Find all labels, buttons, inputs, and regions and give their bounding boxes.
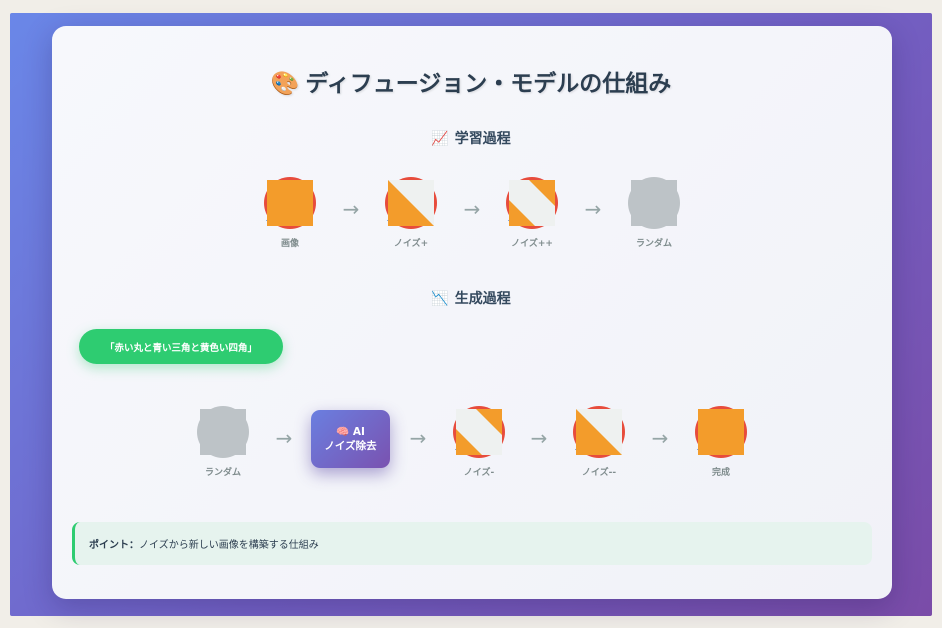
- page-title-text: ディフュージョン・モデルの仕組み: [305, 71, 672, 97]
- point-label: ポイント：: [89, 540, 139, 551]
- arrow-icon: →: [342, 197, 360, 221]
- training-section-title: 📈 学習過程: [0, 128, 942, 148]
- half-noised-image: [384, 176, 438, 230]
- arrow-icon: →: [651, 426, 669, 450]
- generation-node-complete: 完成: [686, 405, 756, 478]
- training-node-noise-plus: ノイズ+: [376, 176, 446, 249]
- point-text: ノイズから新しい画像を構築する仕組み: [139, 540, 319, 551]
- generation-node-noise-minus: ノイズ-: [444, 405, 514, 478]
- arrow-icon: →: [409, 426, 427, 450]
- training-node-image: 画像: [255, 176, 325, 249]
- arrow-icon: →: [275, 426, 293, 450]
- diagram-card: [52, 26, 892, 599]
- prompt-text: 「赤い丸と青い三角と黄色い四角」: [104, 342, 257, 354]
- brain-icon: 🧠: [336, 426, 350, 438]
- generation-node-noise-minus-minus: ノイズ--: [564, 405, 634, 478]
- arrow-icon: →: [530, 426, 548, 450]
- prompt-pill: 「赤い丸と青い三角と黄色い四角」: [79, 329, 283, 364]
- page-title: 🎨 ディフュージョン・モデルの仕組み: [0, 64, 942, 98]
- ai-denoise-box: 🧠 AI ノイズ除去: [311, 410, 390, 468]
- training-node-label: ランダム: [635, 239, 672, 249]
- generation-node-label: 完成: [711, 468, 730, 478]
- random-noise-image: [627, 176, 681, 230]
- training-node-label: ノイズ+: [393, 239, 429, 249]
- arrow-icon: →: [584, 197, 602, 221]
- ai-box-line1: 🧠 AI: [336, 425, 365, 439]
- half-noised-image: [572, 405, 626, 459]
- chart-decreasing-icon: 📉: [431, 291, 449, 307]
- training-node-label: ノイズ++: [511, 239, 553, 249]
- ai-box-line2: ノイズ除去: [324, 440, 377, 452]
- point-note: ポイント： ノイズから新しい画像を構築する仕組み: [72, 522, 872, 565]
- clean-shapes-image: [694, 405, 748, 459]
- generation-node-label: ノイズ-: [463, 468, 495, 478]
- chart-increasing-icon: 📈: [431, 131, 449, 147]
- generation-title-text: 生成過程: [454, 291, 511, 307]
- palette-icon: 🎨: [270, 71, 300, 97]
- training-node-noise-plus-plus: ノイズ++: [497, 176, 567, 249]
- generation-node-label: ランダム: [204, 468, 241, 478]
- generation-node-label: ノイズ--: [581, 468, 617, 478]
- arrow-icon: →: [463, 197, 481, 221]
- random-noise-image: [196, 405, 250, 459]
- ai-label: AI: [352, 426, 365, 438]
- noise-blob: [200, 409, 246, 455]
- generation-node-random: ランダム: [188, 405, 258, 478]
- clean-shapes-image: [263, 176, 317, 230]
- yellow-square: [698, 409, 744, 455]
- generation-section-title: 📉 生成過程: [0, 288, 942, 308]
- yellow-square: [267, 180, 313, 226]
- training-title-text: 学習過程: [454, 131, 511, 147]
- heavily-noised-image: [452, 405, 506, 459]
- training-node-random: ランダム: [619, 176, 689, 249]
- heavily-noised-image: [505, 176, 559, 230]
- training-node-label: 画像: [280, 239, 299, 249]
- noise-blob: [631, 180, 677, 226]
